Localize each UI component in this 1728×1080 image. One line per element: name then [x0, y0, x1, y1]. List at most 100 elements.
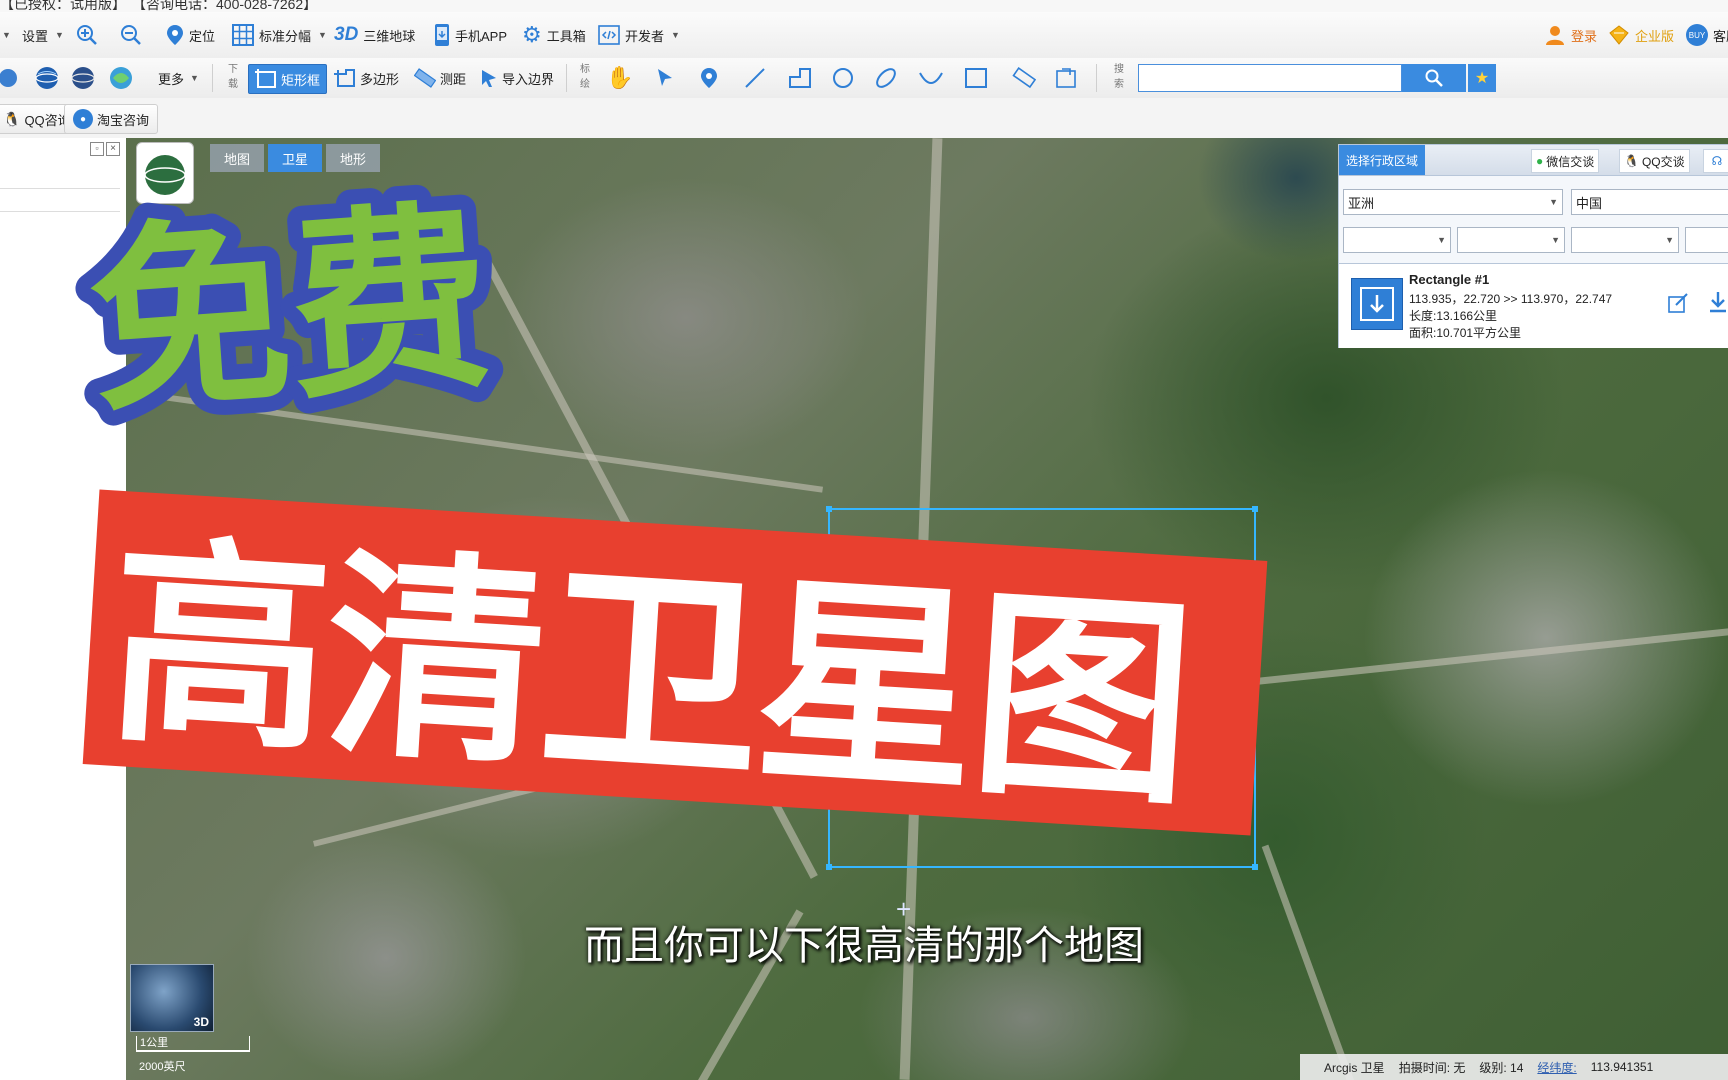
globe-button-3[interactable] — [108, 64, 134, 92]
square-icon — [965, 68, 987, 88]
tool-toolbar: 更多 ▼ 下载 矩形框 多边形 测距 导入边界 标绘 ✋ 搜索 ★ — [0, 58, 1728, 99]
ruler-icon — [414, 68, 436, 88]
search-input[interactable] — [1138, 64, 1402, 92]
edit-shape-button[interactable] — [1667, 292, 1689, 317]
resize-handle[interactable] — [826, 506, 832, 512]
taobao-consult-button[interactable]: ● 淘宝咨询 — [64, 104, 159, 134]
menu-standard-sheet[interactable]: 标准分幅 ▼ — [232, 22, 327, 48]
3d-icon: 3D — [334, 24, 359, 45]
qq-chat-label: QQ交谈 — [1641, 154, 1685, 169]
overview-minimap[interactable]: 3D — [130, 964, 214, 1032]
globe-icon — [110, 67, 132, 89]
scale-ft-label: 2000英尺 — [139, 1061, 186, 1073]
menu-locate-label: 定位 — [189, 28, 216, 44]
restore-icon[interactable]: ▫ — [90, 142, 104, 156]
polygon-icon — [334, 69, 355, 87]
shape-list-item[interactable]: Rectangle #1 113.935，22.720 >> 113.970，2… — [1339, 263, 1728, 348]
menu-settings[interactable]: 设置 ▼ — [22, 22, 64, 48]
select-tool-button[interactable] — [654, 64, 674, 92]
curve-tool-button[interactable] — [918, 64, 944, 92]
search-icon — [1425, 69, 1443, 87]
ellipse-tool-button[interactable] — [874, 64, 898, 92]
zoom-out-button[interactable] — [120, 22, 142, 48]
city-select[interactable]: ▼ — [1457, 227, 1565, 253]
marker-tool-button[interactable] — [700, 64, 718, 92]
polyline-tool-button[interactable] — [788, 64, 812, 92]
globe-button-2[interactable] — [70, 64, 96, 92]
polygon-tool-label: 多边形 — [360, 71, 400, 87]
download-icon — [1360, 287, 1394, 321]
more-chat-button[interactable]: ☊ — [1703, 149, 1728, 173]
hd-satellite-headline: 高清卫星图 — [103, 520, 1197, 810]
status-lnglat-label[interactable]: 经纬度: — [1537, 1059, 1576, 1076]
menu-locate[interactable]: 定位 — [166, 22, 215, 48]
circle-tool-button[interactable] — [832, 64, 854, 92]
divider — [212, 64, 213, 92]
box-tool-button[interactable] — [964, 64, 988, 92]
menu-toolbox-label: 工具箱 — [546, 28, 586, 44]
mark-group-label: 标绘 — [580, 64, 590, 90]
user-icon — [1546, 26, 1564, 45]
menu-mobile-app[interactable]: 手机APP — [434, 22, 507, 48]
service-button[interactable]: BUY 客服 — [1686, 22, 1728, 48]
continent-select[interactable]: 亚洲 ▼ — [1343, 189, 1563, 215]
favorite-button[interactable]: ★ — [1468, 64, 1496, 92]
video-subtitle: 而且你可以下很高清的那个地图 — [584, 923, 1144, 969]
town-select[interactable] — [1685, 227, 1728, 253]
shape-coords: 113.935，22.720 >> 113.970，22.747 — [1409, 292, 1613, 306]
divider — [566, 64, 567, 92]
curve-icon — [919, 72, 943, 84]
polygon-tool-button[interactable]: 多边形 — [334, 64, 399, 92]
pointer-icon — [658, 69, 672, 86]
more-dropdown[interactable]: 更多 ▼ — [158, 64, 199, 92]
district-select[interactable]: ▼ — [1571, 227, 1679, 253]
free-headline: 免费 — [67, 166, 512, 450]
location-pin-icon — [701, 68, 717, 88]
line-tool-button[interactable] — [744, 64, 766, 92]
more-label: 更多 — [158, 71, 185, 87]
qq-penguin-icon: 🐧 — [1624, 154, 1639, 168]
download-shape-button[interactable] — [1707, 290, 1728, 317]
search-group-label: 搜索 — [1114, 64, 1124, 90]
login-button[interactable]: 登录 — [1544, 22, 1597, 48]
rectangle-select-icon — [255, 69, 276, 88]
resize-handle[interactable] — [1252, 506, 1258, 512]
province-select[interactable]: ▼ — [1343, 227, 1451, 253]
resize-handle[interactable] — [1252, 864, 1258, 870]
region-panel-title: 选择行政区域 — [1339, 145, 1425, 175]
export-tool-button[interactable] — [1054, 64, 1078, 92]
import-boundary-button[interactable]: 导入边界 — [480, 64, 554, 92]
ruler-tool-button[interactable] — [1012, 64, 1036, 92]
menu-developer[interactable]: 开发者 ▼ — [598, 22, 680, 48]
country-select[interactable]: 中国 — [1571, 189, 1728, 215]
headset-icon: ☊ — [1711, 154, 1723, 168]
wechat-chat-button[interactable]: ● 微信交谈 — [1531, 149, 1600, 173]
qq-chat-button[interactable]: 🐧 QQ交谈 — [1619, 149, 1690, 173]
menu-settings-label: 设置 — [22, 28, 49, 44]
layers-icon — [0, 69, 17, 87]
edit-icon — [1668, 293, 1688, 313]
measure-tool-button[interactable]: 测距 — [414, 64, 466, 92]
enterprise-button[interactable]: 企业版 — [1608, 22, 1674, 48]
service-label: 客服 — [1713, 28, 1728, 44]
taobao-consult-label: 淘宝咨询 — [97, 112, 150, 128]
globe-icon — [35, 67, 59, 89]
title-strip: 【已授权：试用版】 【咨询电话：400-028-7262】 — [0, 0, 1728, 12]
pan-tool-button[interactable]: ✋ — [606, 64, 633, 92]
search-button[interactable] — [1402, 64, 1466, 92]
zoom-in-button[interactable] — [76, 22, 98, 48]
rectangle-tool-button[interactable]: 矩形框 — [248, 64, 328, 94]
menu-developer-label: 开发者 — [625, 28, 665, 44]
arrow-import-icon — [482, 70, 496, 87]
ellipse-icon — [876, 68, 896, 88]
status-bar: Arcgis 卫星 拍摄时间: 无 级别: 14 经纬度: 113.941351 — [1300, 1054, 1728, 1080]
menu-3d-globe[interactable]: 3D 三维地球 — [334, 22, 415, 48]
close-icon[interactable]: × — [106, 142, 120, 156]
globe-button-1[interactable] — [34, 64, 60, 92]
menu-toolbox[interactable]: ⚙ 工具箱 — [522, 22, 586, 48]
layer-button-1[interactable] — [0, 64, 20, 92]
menu-dropdown-left[interactable]: ▼ — [0, 22, 11, 48]
resize-handle[interactable] — [826, 864, 832, 870]
status-capture-time: 拍摄时间: 无 — [1398, 1060, 1466, 1075]
continent-value: 亚洲 — [1348, 195, 1375, 211]
